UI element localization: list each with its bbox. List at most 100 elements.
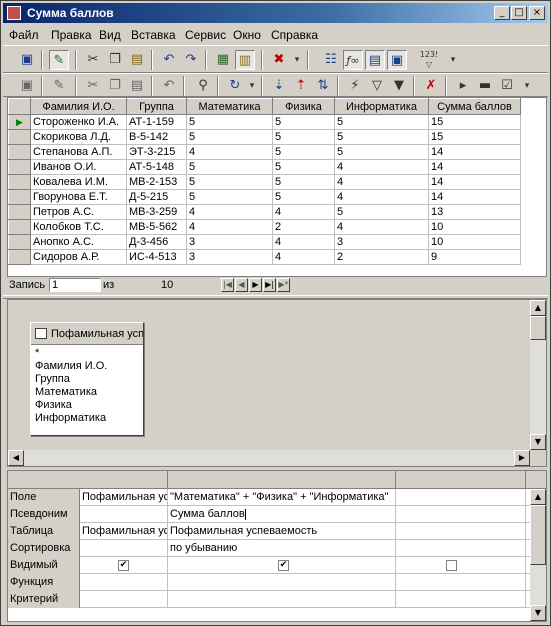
scroll-up-icon[interactable]: ▲ (530, 300, 546, 316)
menu-tools[interactable]: Сервис (185, 28, 226, 42)
table-cell[interactable]: Степанова А.П. (30, 144, 127, 160)
table-cell[interactable]: 10 (428, 234, 521, 250)
record-number-input[interactable]: 1 (49, 278, 101, 292)
table-cell[interactable]: 5 (272, 174, 335, 190)
table-cell[interactable]: АТ-5-148 (126, 159, 187, 175)
field-item[interactable]: Группа (35, 373, 139, 386)
menu-file[interactable]: Файл (9, 28, 39, 42)
database-window-icon[interactable]: ▣ (387, 50, 407, 70)
table-cell[interactable]: 4 (272, 249, 335, 265)
table-cell[interactable]: 4 (334, 174, 429, 190)
table-cell[interactable]: 2 (334, 249, 429, 265)
vertical-scrollbar[interactable]: ▲ ▼ (530, 300, 546, 450)
table-cell[interactable]: 5 (334, 144, 429, 160)
top-values-icon[interactable]: 123! ▽ (419, 50, 439, 70)
table-cell[interactable]: 10 (428, 219, 521, 235)
table-cell[interactable]: 3 (186, 234, 273, 250)
table-cell[interactable]: Ковалева И.М. (30, 174, 127, 190)
criteria-cell[interactable] (396, 591, 526, 608)
table-cell[interactable]: ЭТ-3-215 (126, 144, 187, 160)
table-cell[interactable]: 5 (186, 174, 273, 190)
table-cell[interactable]: Пофамильная успеваемость (80, 523, 168, 540)
column-header[interactable]: Физика (272, 98, 335, 115)
row-selector[interactable] (8, 129, 31, 145)
sort-cell[interactable]: по убыванию (168, 540, 396, 557)
table-cell[interactable]: Д-3-456 (126, 234, 187, 250)
table-row[interactable]: Сидоров А.Р. ИС-4-513 3 4 2 9 (8, 249, 521, 265)
function-cell[interactable] (80, 574, 168, 591)
show-table-icon[interactable]: ▥ (235, 50, 255, 70)
field-item[interactable]: Физика (35, 399, 139, 412)
scroll-down-icon[interactable]: ▼ (530, 605, 546, 621)
save-record-icon[interactable]: ▣ (17, 76, 37, 96)
table-cell[interactable]: 5 (334, 204, 429, 220)
design-view-icon[interactable]: ✎ (49, 50, 69, 70)
more-icon[interactable]: ▾ (521, 76, 533, 96)
current-record-marker[interactable]: ▶ (8, 114, 31, 130)
table-cell[interactable]: МВ-5-562 (126, 219, 187, 235)
show-checkbox[interactable]: ✔ (118, 560, 129, 571)
sort-cell[interactable] (396, 540, 526, 557)
column-selector[interactable] (396, 471, 526, 489)
new-record-icon[interactable]: ▶* (277, 278, 290, 292)
table-cell[interactable]: МВ-3-259 (126, 204, 187, 220)
sort-column-icon[interactable]: ⇅ (313, 76, 333, 96)
field-list-window[interactable]: Пофамильная успеваемость * Фамилия И.О. … (30, 322, 144, 436)
table-row[interactable]: Гворунова Е.Т. Д-5-215 5 5 4 14 (8, 189, 521, 205)
find-icon[interactable]: ⚲ (193, 76, 213, 96)
table-cell[interactable]: 15 (428, 129, 521, 145)
table-cell[interactable]: 4 (186, 144, 273, 160)
delete-icon[interactable]: ✖ (269, 50, 289, 70)
table-row[interactable]: Иванов О.И. АТ-5-148 5 5 4 14 (8, 159, 521, 175)
table-cell[interactable]: 14 (428, 189, 521, 205)
table-cell[interactable]: Петров А.С. (30, 204, 127, 220)
maximize-button[interactable]: □ (511, 6, 527, 20)
field-cell[interactable]: "Математика" + "Физика" + "Информатика" (168, 489, 396, 506)
save-icon[interactable]: ▣ (17, 50, 37, 70)
close-button[interactable]: × (529, 6, 545, 20)
sort-desc-icon[interactable]: ⇡ (291, 76, 311, 96)
row-selector[interactable] (8, 144, 31, 160)
menu-insert[interactable]: Вставка (131, 28, 176, 42)
field-cell[interactable] (396, 489, 526, 506)
table-cell[interactable]: 14 (428, 159, 521, 175)
table-cell[interactable]: 4 (334, 159, 429, 175)
alias-cell[interactable] (80, 506, 168, 523)
table-cell[interactable]: 4 (186, 204, 273, 220)
menu-view[interactable]: Вид (99, 28, 121, 42)
table-row[interactable]: Колобков Т.С. МВ-5-562 4 2 4 10 (8, 219, 521, 235)
filter-by-selection-icon[interactable]: ⚡ (345, 76, 365, 96)
paste-icon[interactable]: ▤ (127, 50, 147, 70)
paste-icon[interactable]: ▤ (127, 76, 147, 96)
table-cell[interactable]: 13 (428, 204, 521, 220)
row-selector[interactable] (8, 159, 31, 175)
delete-record-icon[interactable]: ▬ (475, 76, 495, 96)
table-cell[interactable]: 5 (334, 129, 429, 145)
undo-icon[interactable]: ↶ (159, 76, 179, 96)
column-header[interactable]: Математика (186, 98, 273, 115)
table-cell[interactable]: В-5-142 (126, 129, 187, 145)
row-selector[interactable] (8, 174, 31, 190)
table-cell[interactable]: 3 (334, 234, 429, 250)
table-cell[interactable]: 5 (186, 159, 273, 175)
menu-window[interactable]: Окно (233, 28, 261, 42)
table-cell[interactable]: 14 (428, 144, 521, 160)
criteria-cell[interactable] (168, 591, 396, 608)
scroll-thumb[interactable] (530, 505, 546, 565)
table-cell[interactable]: 5 (272, 144, 335, 160)
table-cell[interactable]: 3 (186, 249, 273, 265)
horizontal-scrollbar[interactable]: ◀ ▶ (8, 450, 530, 466)
table-row[interactable]: Петров А.С. МВ-3-259 4 4 5 13 (8, 204, 521, 220)
sort-asc-icon[interactable]: ⇣ (269, 76, 289, 96)
table-cell[interactable]: Скорикова Л.Д. (30, 129, 127, 145)
table-cell[interactable]: Д-5-215 (126, 189, 187, 205)
table-cell[interactable]: Стороженко И.А. (30, 114, 127, 130)
column-header[interactable]: Сумма баллов (428, 98, 521, 115)
last-record-icon[interactable]: ▶| (263, 278, 276, 292)
row-selector[interactable] (8, 249, 31, 265)
table-cell[interactable]: 4 (272, 204, 335, 220)
column-header[interactable]: Группа (126, 98, 187, 115)
field-item[interactable]: * (35, 347, 139, 360)
cut-icon[interactable]: ✂ (83, 76, 103, 96)
table-row[interactable]: ▶ Стороженко И.А. АТ-1-159 5 5 5 15 (8, 114, 521, 130)
